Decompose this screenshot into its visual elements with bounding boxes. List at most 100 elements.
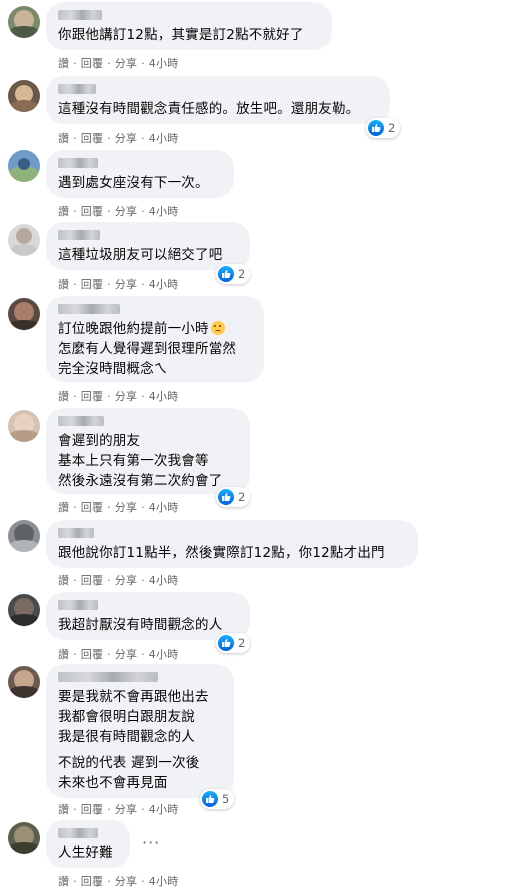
avatar[interactable] <box>8 224 40 256</box>
comment-text: 遇到處女座沒有下一次。 <box>58 175 209 191</box>
reply-link[interactable]: 回覆 <box>81 276 104 292</box>
like-icon <box>368 120 384 136</box>
reply-link[interactable]: 回覆 <box>81 646 104 662</box>
commenter-name[interactable] <box>58 672 158 682</box>
commenter-name[interactable] <box>58 158 98 168</box>
commenter-name[interactable] <box>58 528 94 538</box>
share-link[interactable]: 分享 <box>115 276 138 292</box>
like-link[interactable]: 讚 <box>58 873 69 889</box>
comment-actions: 讚 · 回覆 · 分享 · 4小時 <box>58 646 179 662</box>
share-link[interactable]: 分享 <box>115 130 138 146</box>
comment-text: 我都會很明白跟朋友說 <box>58 709 195 725</box>
like-icon <box>218 635 234 651</box>
avatar[interactable] <box>8 594 40 626</box>
like-link[interactable]: 讚 <box>58 203 69 219</box>
reply-link[interactable]: 回覆 <box>81 873 104 889</box>
comment-actions: 讚 · 回覆 · 分享 · 4小時 <box>58 499 179 515</box>
reaction-count[interactable]: 5 <box>200 789 235 809</box>
like-link[interactable]: 讚 <box>58 801 69 817</box>
comment-text: 然後永遠沒有第二次約會了 <box>58 473 223 489</box>
reaction-count[interactable]: 2 <box>216 487 251 507</box>
commenter-name[interactable] <box>58 828 98 838</box>
comment-text: 要是我就不會再跟他出去 <box>58 689 209 705</box>
comment-actions: 讚 · 回覆 · 分享 · 4小時 <box>58 276 179 292</box>
like-link[interactable]: 讚 <box>58 646 69 662</box>
commenter-name[interactable] <box>58 304 120 314</box>
comment-text: 我是很有時間觀念的人 <box>58 729 195 745</box>
like-icon <box>218 489 234 505</box>
commenter-name[interactable] <box>58 416 104 426</box>
commenter-name[interactable] <box>58 600 98 610</box>
like-link[interactable]: 讚 <box>58 130 69 146</box>
reaction-count[interactable]: 2 <box>366 118 401 138</box>
reply-link[interactable]: 回覆 <box>81 801 104 817</box>
timestamp[interactable]: 4小時 <box>149 203 179 219</box>
commenter-name[interactable] <box>58 10 102 20</box>
reply-link[interactable]: 回覆 <box>81 572 104 588</box>
more-options-icon[interactable]: ··· <box>142 833 160 852</box>
comment-text: 我超討厭沒有時間觀念的人 <box>58 617 223 633</box>
timestamp[interactable]: 4小時 <box>149 55 179 71</box>
reply-link[interactable]: 回覆 <box>81 499 104 515</box>
timestamp[interactable]: 4小時 <box>149 276 179 292</box>
timestamp[interactable]: 4小時 <box>149 572 179 588</box>
share-link[interactable]: 分享 <box>115 801 138 817</box>
like-link[interactable]: 讚 <box>58 388 69 404</box>
like-link[interactable]: 讚 <box>58 572 69 588</box>
comment-text: 完全沒時間概念ㄟ <box>58 361 168 377</box>
share-link[interactable]: 分享 <box>115 388 138 404</box>
timestamp[interactable]: 4小時 <box>149 646 179 662</box>
like-link[interactable]: 讚 <box>58 276 69 292</box>
reply-link[interactable]: 回覆 <box>81 203 104 219</box>
avatar[interactable] <box>8 150 40 182</box>
share-link[interactable]: 分享 <box>115 55 138 71</box>
comment-text: 這種垃圾朋友可以絕交了吧 <box>58 247 223 263</box>
comment-text: 未來也不會再見面 <box>58 775 168 791</box>
avatar[interactable] <box>8 6 40 38</box>
share-link[interactable]: 分享 <box>115 873 138 889</box>
like-icon <box>202 791 218 807</box>
comment-text: 人生好難 <box>58 845 113 861</box>
comment-actions: 讚 · 回覆 · 分享 · 4小時 <box>58 55 179 71</box>
comment-actions: 讚 · 回覆 · 分享 · 4小時 <box>58 203 179 219</box>
share-link[interactable]: 分享 <box>115 572 138 588</box>
share-link[interactable]: 分享 <box>115 646 138 662</box>
reaction-count[interactable]: 2 <box>216 633 251 653</box>
like-link[interactable]: 讚 <box>58 55 69 71</box>
reaction-count[interactable]: 2 <box>216 264 251 284</box>
comment-text: 這種沒有時間觀念責任感的。放生吧。還朋友勒。 <box>58 101 360 117</box>
reply-link[interactable]: 回覆 <box>81 130 104 146</box>
share-link[interactable]: 分享 <box>115 499 138 515</box>
thinking-face-icon <box>210 321 225 335</box>
timestamp[interactable]: 4小時 <box>149 388 179 404</box>
like-icon <box>218 266 234 282</box>
comment-actions: 讚 · 回覆 · 分享 · 4小時 <box>58 388 179 404</box>
avatar[interactable] <box>8 520 40 552</box>
comment-text: 跟他說你訂11點半，然後實際訂12點，你12點才出門 <box>58 545 385 561</box>
timestamp[interactable]: 4小時 <box>149 130 179 146</box>
comment-text: 會遲到的朋友 <box>58 433 141 449</box>
comment-text: 基本上只有第一次我會等 <box>58 453 209 469</box>
comment-text: 怎麼有人覺得遲到很理所當然 <box>58 341 237 357</box>
avatar[interactable] <box>8 410 40 442</box>
commenter-name[interactable] <box>58 230 100 240</box>
commenter-name[interactable] <box>58 84 96 94</box>
avatar[interactable] <box>8 298 40 330</box>
avatar[interactable] <box>8 80 40 112</box>
reply-link[interactable]: 回覆 <box>81 388 104 404</box>
avatar[interactable] <box>8 666 40 698</box>
timestamp[interactable]: 4小時 <box>149 801 179 817</box>
like-link[interactable]: 讚 <box>58 499 69 515</box>
comment-actions: 讚 · 回覆 · 分享 · 4小時 <box>58 130 179 146</box>
comment-text: 訂位晚跟他約提前一小時 <box>58 319 225 339</box>
comment-actions: 讚 · 回覆 · 分享 · 4小時 <box>58 572 179 588</box>
timestamp[interactable]: 4小時 <box>149 499 179 515</box>
comment-text: 不說的代表 遲到一次後 <box>58 755 200 771</box>
timestamp[interactable]: 4小時 <box>149 873 179 889</box>
comment-text: 你跟他講訂12點，其實是訂2點不就好了 <box>58 27 304 43</box>
share-link[interactable]: 分享 <box>115 203 138 219</box>
avatar[interactable] <box>8 822 40 854</box>
reply-link[interactable]: 回覆 <box>81 55 104 71</box>
comment-actions: 讚 · 回覆 · 分享 · 4小時 <box>58 801 179 817</box>
comment-actions: 讚 · 回覆 · 分享 · 4小時 <box>58 873 179 889</box>
